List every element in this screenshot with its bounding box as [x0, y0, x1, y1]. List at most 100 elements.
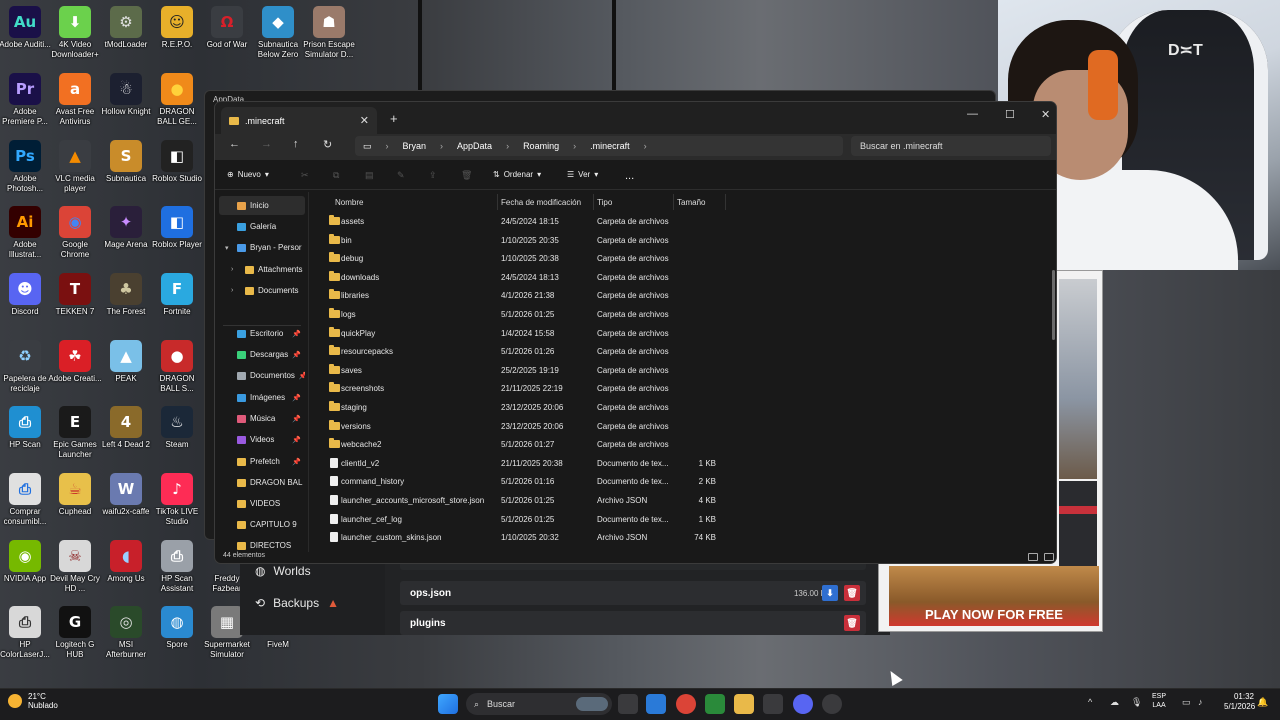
- sort-button[interactable]: ⇅ Ordenar ▾: [493, 170, 541, 179]
- nav-item[interactable]: Inicio: [219, 196, 305, 215]
- notifications-icon[interactable]: 🔔: [1257, 697, 1268, 708]
- desktop-icon[interactable]: ☘ Adobe Creati...: [48, 340, 102, 384]
- nav-item[interactable]: Galería: [219, 217, 305, 236]
- nav-item[interactable]: Escritorio 📌: [219, 324, 305, 343]
- file-row-plugins[interactable]: plugins 🗑: [400, 611, 866, 635]
- explorer-window[interactable]: .minecraft ✕ + — ☐ ✕ ← → ↑ ↻ ▭ › Bryan ›…: [214, 101, 1057, 564]
- desktop-icon[interactable]: ☗ Prison Escape Simulator D...: [303, 6, 355, 60]
- address-bar[interactable]: ▭ › Bryan › AppData › Roaming › .minecra…: [355, 136, 843, 156]
- close-window-icon[interactable]: ✕: [1041, 108, 1050, 121]
- desktop-icon[interactable]: F Fortnite: [152, 273, 202, 317]
- minimize-icon[interactable]: —: [967, 108, 978, 120]
- new-button[interactable]: ⊕ Nuevo ▾: [227, 170, 269, 179]
- breadcrumb-bryan[interactable]: Bryan: [403, 141, 427, 151]
- view-button[interactable]: ☰ Ver ▾: [567, 170, 598, 179]
- file-row[interactable]: screenshots 21/11/2025 22:19 Carpeta de ar…: [321, 379, 841, 398]
- desktop-icon[interactable]: ♣ The Forest: [101, 273, 151, 317]
- delete-icon[interactable]: 🗑: [461, 170, 472, 181]
- task-view-icon[interactable]: [618, 694, 638, 714]
- file-row[interactable]: versions 23/12/2025 20:06 Carpeta de archi…: [321, 417, 841, 436]
- cut-icon[interactable]: ✂: [301, 170, 309, 181]
- desktop-icon[interactable]: ⬇ 4K Video Downloader+: [50, 6, 100, 60]
- desktop-icon[interactable]: ⚙ tModLoader: [101, 6, 151, 50]
- up-icon[interactable]: ↑: [293, 138, 299, 150]
- desktop-icon[interactable]: a Avast Free Antivirus: [50, 73, 100, 127]
- microphone-icon[interactable]: 🎙: [1131, 697, 1142, 708]
- chevron-up-icon[interactable]: ^: [1088, 697, 1092, 707]
- clock[interactable]: 01:32 5/1/2026: [1224, 692, 1255, 712]
- file-row[interactable]: resourcepacks 5/1/2026 01:26 Carpeta de ar…: [321, 342, 841, 361]
- forward-icon[interactable]: →: [261, 138, 272, 150]
- file-row[interactable]: assets 24/5/2024 18:15 Carpeta de archivos: [321, 212, 841, 231]
- file-row[interactable]: libraries 4/1/2026 21:38 Carpeta de archiv…: [321, 286, 841, 305]
- desktop-icon[interactable]: G Logitech G HUB: [50, 606, 100, 660]
- desktop-icon[interactable]: ● DRAGON BALL S...: [152, 340, 202, 394]
- file-row-ops-json[interactable]: ops.json 136.00 B ⬇ 🗑: [400, 581, 866, 605]
- file-row[interactable]: quickPlay 1/4/2024 15:58 Carpeta de archiv…: [321, 324, 841, 343]
- file-row[interactable]: webcache2 5/1/2026 01:27 Carpeta de archiv…: [321, 435, 841, 454]
- desktop-icon[interactable]: Pr Adobe Premiere P...: [0, 73, 50, 127]
- column-header-date[interactable]: Fecha de modificación: [501, 198, 581, 207]
- display-icon[interactable]: ▭: [1182, 697, 1191, 708]
- desktop-icon[interactable]: T TEKKEN 7: [50, 273, 100, 317]
- file-row[interactable]: bin 1/10/2025 20:35 Carpeta de archivos: [321, 231, 841, 250]
- nav-item[interactable]: DRAGON BAL: [219, 473, 305, 492]
- desktop-icon[interactable]: Ai Adobe Illustrat...: [0, 206, 50, 260]
- file-row[interactable]: downloads 24/5/2024 18:13 Carpeta de archi…: [321, 268, 841, 287]
- file-row[interactable]: command_history 5/1/2026 01:16 Documento d…: [321, 472, 841, 491]
- nav-item[interactable]: Descargas 📌: [219, 345, 305, 364]
- desktop-icon[interactable]: 4 Left 4 Dead 2: [101, 406, 151, 450]
- desktop-icon[interactable]: ◧ Roblox Studio: [152, 140, 202, 184]
- desktop-icon[interactable]: Ps Adobe Photosh...: [0, 140, 50, 194]
- onedrive-tray-icon[interactable]: ☁: [1110, 697, 1119, 708]
- nav-item[interactable]: CAPITULO 9: [219, 515, 305, 534]
- paste-icon[interactable]: ▤: [365, 170, 374, 181]
- column-header-name[interactable]: Nombre: [335, 198, 363, 207]
- details-view-icon[interactable]: [1028, 553, 1038, 561]
- delete-button[interactable]: 🗑: [844, 615, 860, 631]
- file-row[interactable]: debug 1/10/2025 20:38 Carpeta de archivos: [321, 249, 841, 268]
- desktop-icon[interactable]: S Subnautica: [101, 140, 151, 184]
- nav-item[interactable]: › Documents: [219, 281, 305, 300]
- desktop-icon[interactable]: ⎙ HP Scan Assistant: [152, 540, 202, 594]
- desktop-icon[interactable]: ⎙ Comprar consumibl...: [0, 473, 50, 527]
- chevron-icon[interactable]: ›: [231, 266, 233, 273]
- desktop-icon[interactable]: E Epic Games Launcher: [50, 406, 100, 460]
- start-icon[interactable]: [438, 694, 458, 714]
- more-options-icon[interactable]: ...: [625, 170, 634, 182]
- desktop-icon[interactable]: ▲ PEAK: [101, 340, 151, 384]
- refresh-icon[interactable]: ↻: [323, 138, 332, 151]
- breadcrumb-roaming[interactable]: Roaming: [523, 141, 559, 151]
- speaker-icon[interactable]: ♪: [1198, 697, 1203, 707]
- desktop-icon[interactable]: Au Adobe Auditi...: [0, 6, 51, 50]
- nav-item[interactable]: › Attachments: [219, 260, 305, 279]
- column-header-type[interactable]: Tipo: [597, 198, 612, 207]
- back-icon[interactable]: ←: [229, 138, 240, 150]
- chevron-icon[interactable]: ▾: [225, 244, 229, 252]
- tab-minecraft[interactable]: .minecraft ✕: [221, 107, 377, 134]
- nav-item[interactable]: Música 📌: [219, 409, 305, 428]
- maximize-icon[interactable]: ☐: [1005, 108, 1015, 121]
- breadcrumb-minecraft[interactable]: .minecraft: [590, 141, 630, 151]
- nav-item[interactable]: Documentos 📌: [219, 366, 305, 385]
- download-button[interactable]: ⬇: [822, 585, 838, 601]
- sidebar-item-worlds[interactable]: ◍ Worlds: [255, 564, 311, 578]
- desktop-icon[interactable]: ◧ Roblox Player: [152, 206, 202, 250]
- weather-widget[interactable]: 21°C Nublado: [8, 692, 58, 710]
- delete-button[interactable]: 🗑: [844, 585, 860, 601]
- language-indicator[interactable]: ESP LAA: [1152, 692, 1166, 710]
- desktop-icon[interactable]: ♪ TikTok LIVE Studio: [152, 473, 202, 527]
- file-row[interactable]: launcher_custom_skins.json 1/10/2025 20:3…: [321, 528, 841, 547]
- file-explorer-icon[interactable]: [734, 694, 754, 714]
- discord-taskbar-icon[interactable]: [793, 694, 813, 714]
- desktop-icon[interactable]: ☃ Hollow Knight: [101, 73, 151, 117]
- scrollbar[interactable]: [1052, 270, 1055, 340]
- desktop-icon[interactable]: ◍ Spore: [152, 606, 202, 650]
- desktop-icon[interactable]: ⎙ HP ColorLaserJ...: [0, 606, 50, 660]
- desktop-icon[interactable]: ◉ NVIDIA App: [0, 540, 50, 584]
- desktop-icon[interactable]: ◆ Subnautica Below Zero: [253, 6, 303, 60]
- desktop-icon[interactable]: ◎ MSI Afterburner: [101, 606, 151, 660]
- file-row[interactable]: staging 23/12/2025 20:06 Carpeta de archiv…: [321, 398, 841, 417]
- nav-item[interactable]: Imágenes 📌: [219, 388, 305, 407]
- desktop-icon[interactable]: Wwaifu2x-caffe: [101, 473, 151, 517]
